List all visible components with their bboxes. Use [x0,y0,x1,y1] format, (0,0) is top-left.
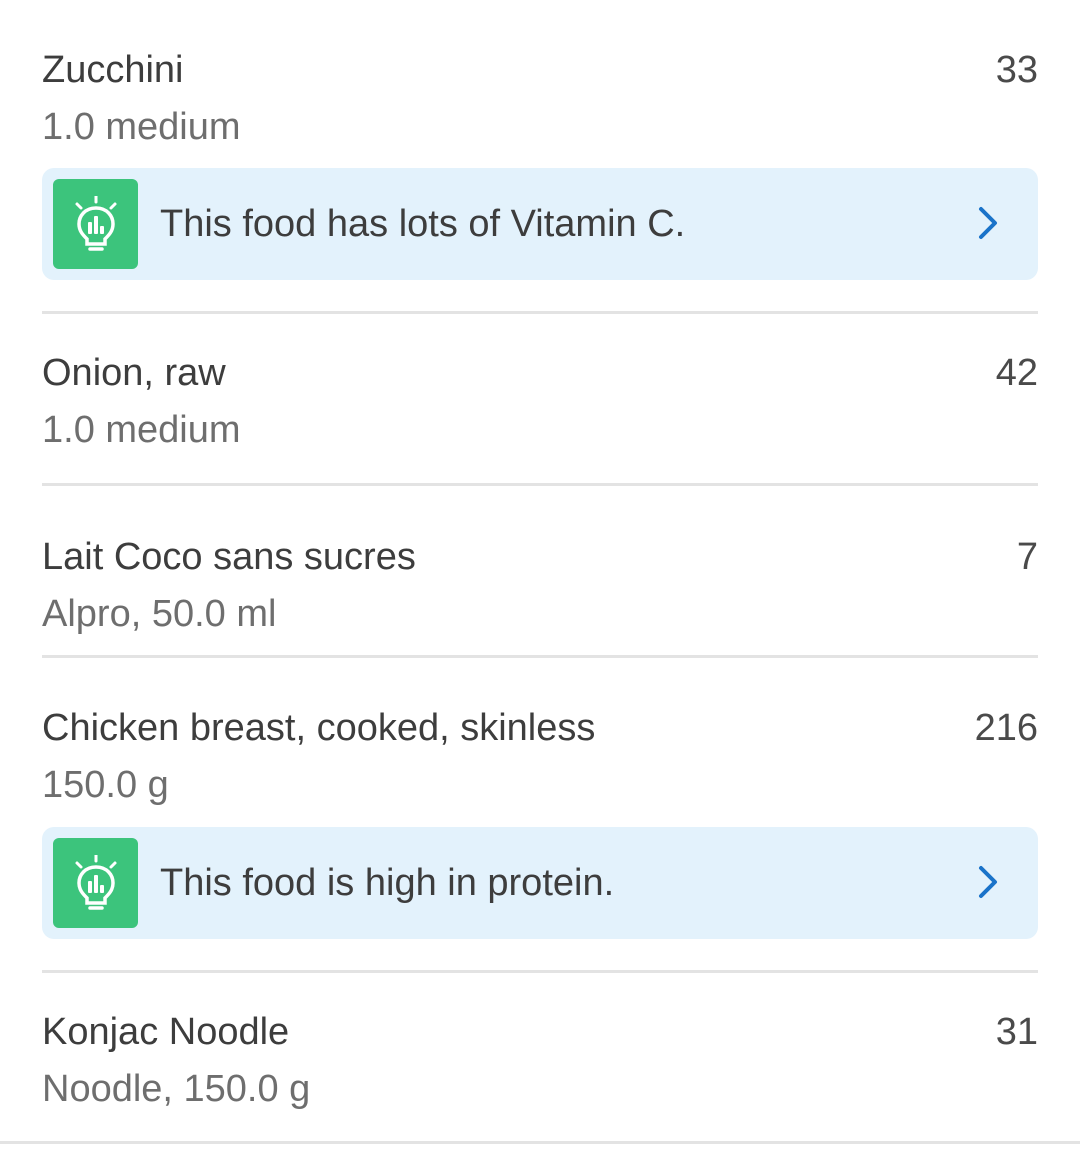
food-entry-konjac-noodle[interactable]: Konjac Noodle 31 Noodle, 150.0 g [42,1012,1038,1112]
food-entry-header: Lait Coco sans sucres 7 [42,537,1038,577]
food-serving: 150.0 g [42,764,169,806]
food-calories: 216 [974,707,1038,749]
divider [0,1141,1080,1144]
food-name: Onion, raw [42,352,226,394]
tip-text: This food is high in protein. [160,862,615,904]
food-calories: 7 [1016,536,1038,578]
food-name: Lait Coco sans sucres [42,536,416,578]
food-entry-chicken-breast[interactable]: Chicken breast, cooked, skinless 216 150… [42,708,1038,808]
food-serving: 1.0 medium [42,106,241,148]
divider [42,483,1038,486]
food-calories: 33 [995,49,1038,91]
food-entry-header: Zucchini 33 [42,50,1038,90]
food-entry-header: Onion, raw 42 [42,353,1038,393]
food-entry-header: Chicken breast, cooked, skinless 216 [42,708,1038,748]
divider [42,970,1038,973]
nutrition-tip-vitamin-c[interactable]: This food has lots of Vitamin C. [42,168,1038,280]
food-entry-onion[interactable]: Onion, raw 42 1.0 medium [42,353,1038,453]
food-name: Konjac Noodle [42,1011,290,1053]
tip-text: This food has lots of Vitamin C. [160,203,686,245]
lightbulb-chart-icon [53,179,138,269]
divider [42,655,1038,658]
food-calories: 31 [995,1011,1038,1053]
food-calories: 42 [995,352,1038,394]
nutrition-tip-protein[interactable]: This food is high in protein. [42,827,1038,939]
food-name: Zucchini [42,49,184,91]
food-serving: 1.0 medium [42,409,241,451]
food-entry-header: Konjac Noodle 31 [42,1012,1038,1052]
divider [42,311,1038,314]
chevron-right-icon [978,865,998,904]
lightbulb-chart-icon [53,838,138,928]
food-name: Chicken breast, cooked, skinless [42,707,596,749]
food-serving: Noodle, 150.0 g [42,1068,311,1110]
food-log-list: Zucchini 33 1.0 medium This food has lot… [0,0,1080,1154]
food-serving: Alpro, 50.0 ml [42,593,277,635]
food-entry-zucchini[interactable]: Zucchini 33 1.0 medium [42,50,1038,150]
chevron-right-icon [978,206,998,245]
food-entry-lait-coco[interactable]: Lait Coco sans sucres 7 Alpro, 50.0 ml [42,537,1038,637]
